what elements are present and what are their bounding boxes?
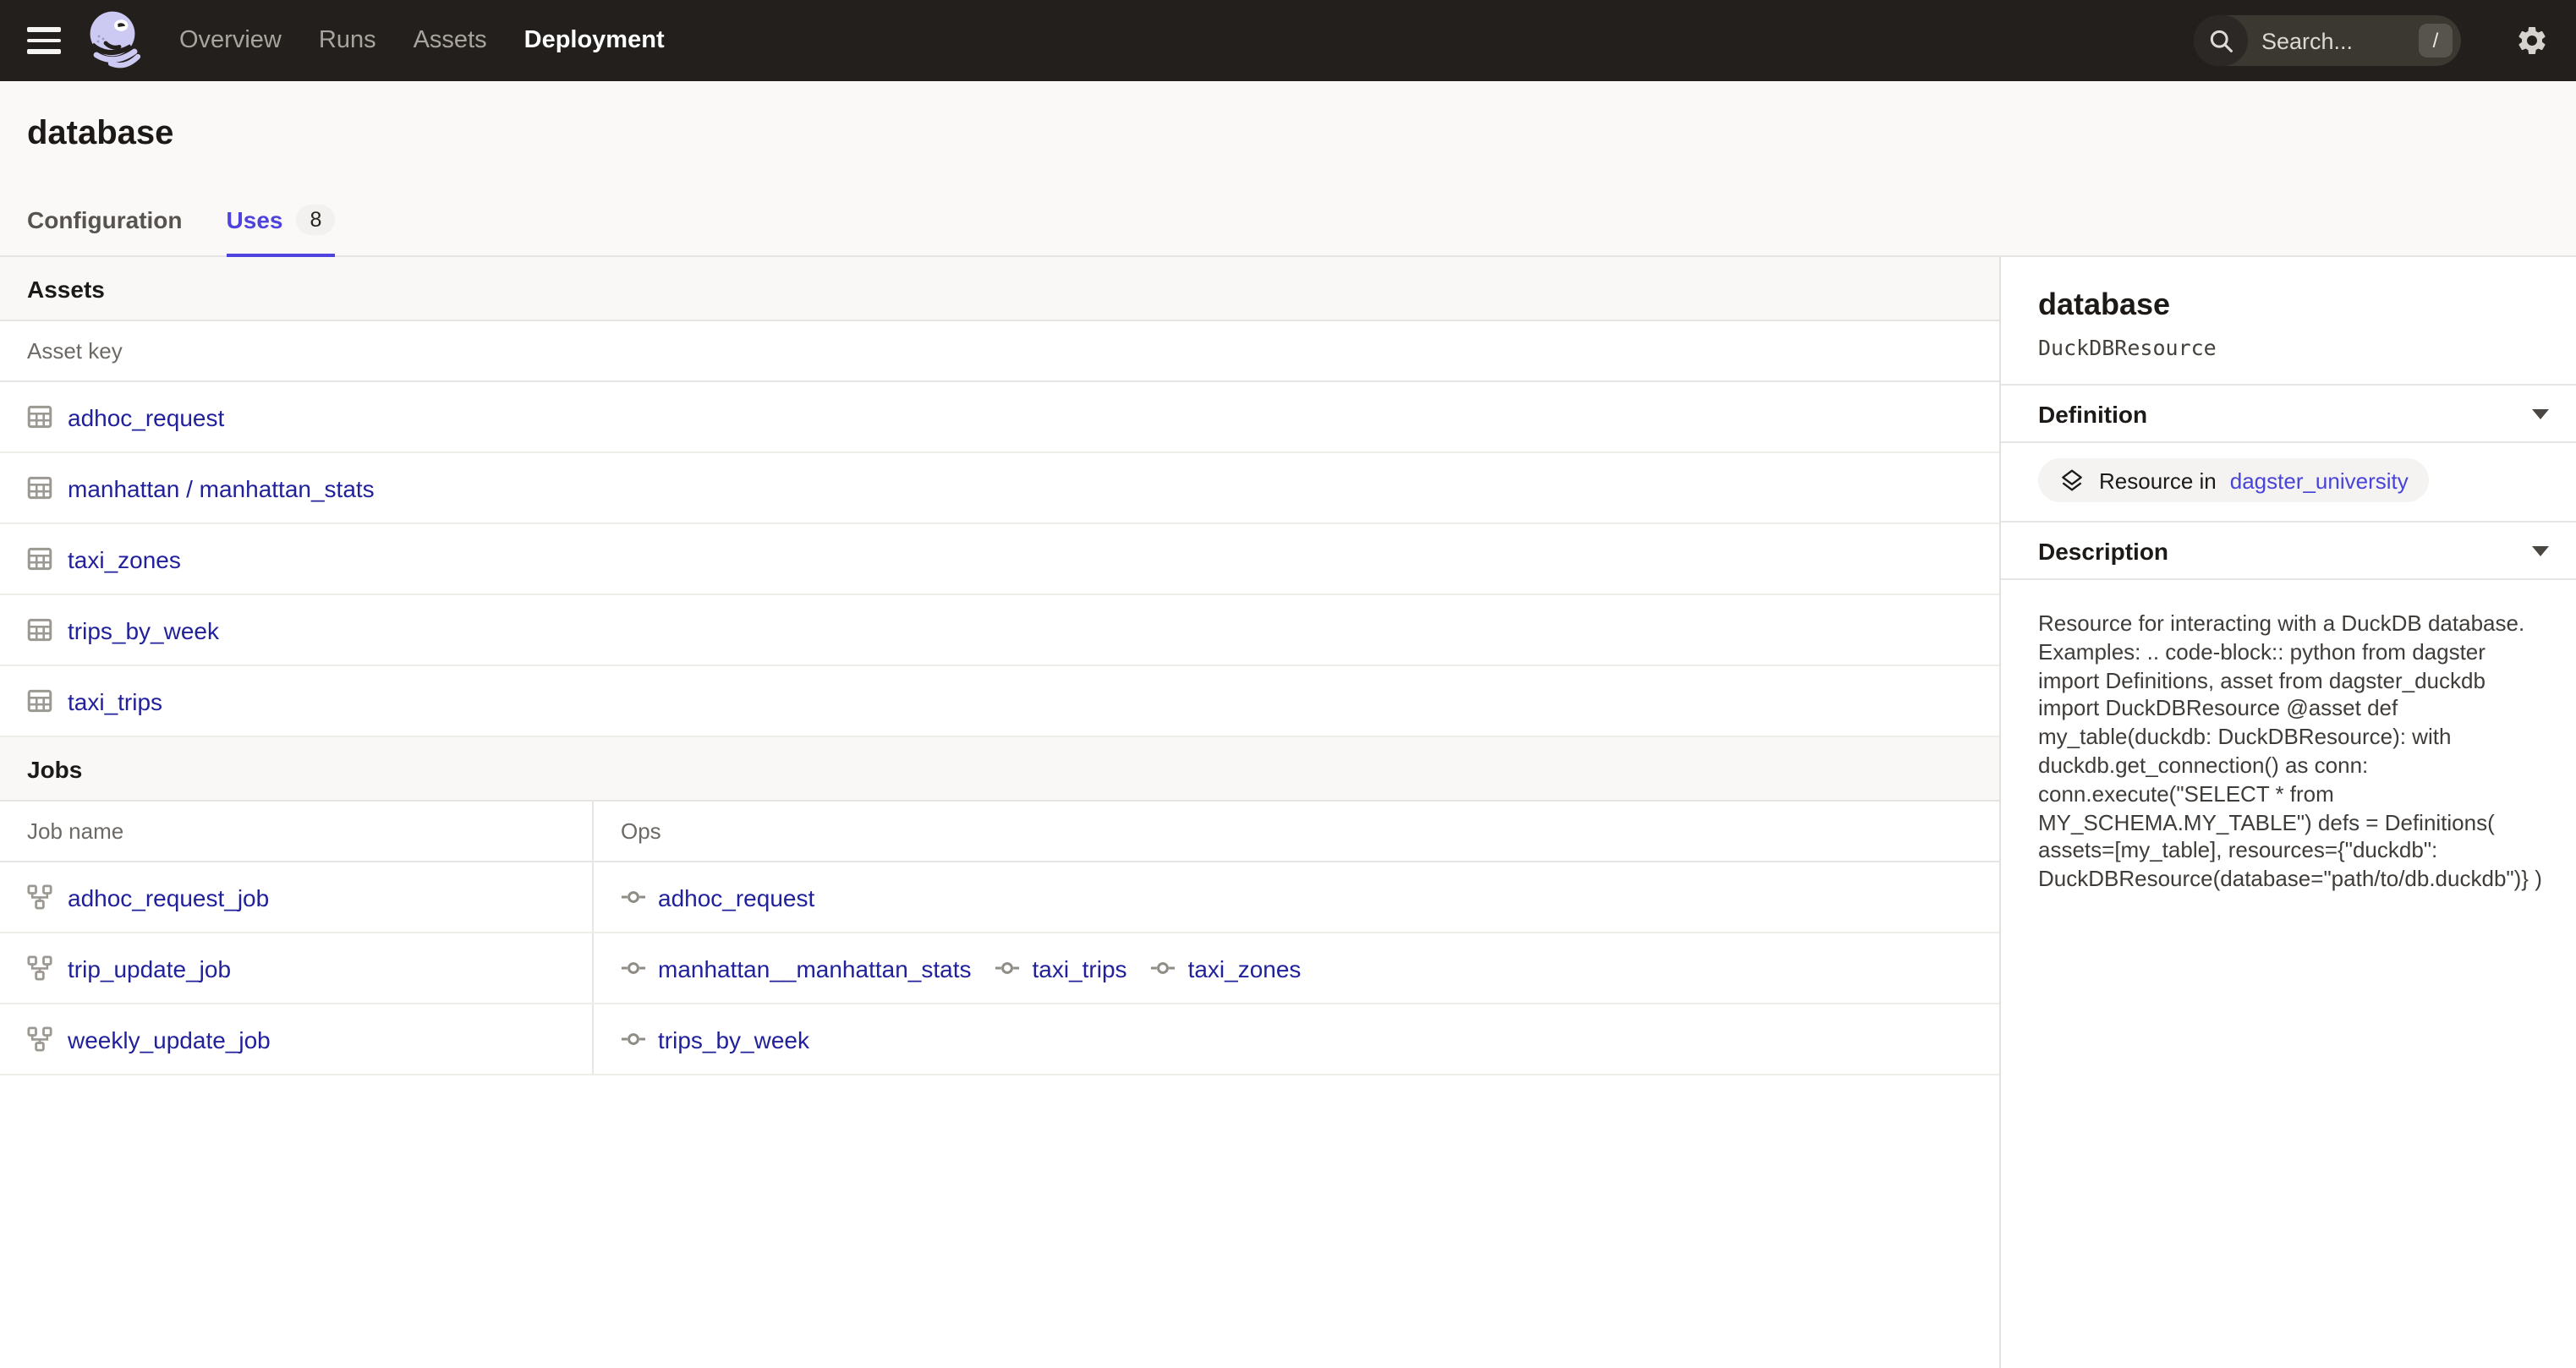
op-chip: manhattan__manhattan_stats bbox=[621, 955, 972, 982]
tab-configuration[interactable]: Configuration bbox=[27, 186, 183, 257]
job-link[interactable]: trip_update_job bbox=[68, 955, 231, 982]
op-link[interactable]: taxi_trips bbox=[1033, 955, 1127, 982]
op-link[interactable]: adhoc_request bbox=[658, 884, 814, 911]
op-commit-icon bbox=[621, 884, 646, 910]
nav-item-deployment[interactable]: Deployment bbox=[524, 27, 665, 54]
asset-table-icon bbox=[27, 546, 52, 572]
settings-gear-icon[interactable] bbox=[2515, 24, 2549, 57]
app-root: Overview Runs Assets Deployment Search..… bbox=[0, 0, 2576, 1368]
resource-badge-prefix: Resource in bbox=[2099, 468, 2217, 493]
search-shortcut-kbd: / bbox=[2419, 24, 2453, 57]
page-header: database bbox=[0, 81, 2576, 186]
job-sitemap-icon bbox=[27, 884, 52, 910]
panel-header: database DuckDBResource bbox=[2001, 257, 2576, 386]
nav-item-runs[interactable]: Runs bbox=[319, 27, 376, 54]
content-area: Assets Asset key adhoc_request manhattan… bbox=[0, 257, 2576, 1368]
op-chip: trips_by_week bbox=[621, 1026, 809, 1053]
description-section-body: Resource for interacting with a DuckDB d… bbox=[2001, 580, 2576, 895]
menu-hamburger-icon[interactable] bbox=[27, 27, 61, 54]
job-link[interactable]: weekly_update_job bbox=[68, 1026, 271, 1053]
op-commit-icon bbox=[995, 955, 1021, 981]
assets-section-title: Assets bbox=[27, 275, 105, 302]
asset-row: taxi_zones bbox=[0, 524, 1999, 595]
dagster-logo-icon[interactable] bbox=[85, 8, 145, 73]
chevron-down-icon bbox=[2532, 408, 2549, 419]
jobs-section-title: Jobs bbox=[27, 755, 82, 782]
code-location-link[interactable]: dagster_university bbox=[2230, 468, 2409, 493]
uses-list: Assets Asset key adhoc_request manhattan… bbox=[0, 257, 2001, 1368]
op-commit-icon bbox=[621, 1026, 646, 1052]
definition-section-label: Definition bbox=[2038, 400, 2147, 427]
assets-table-header: Asset key bbox=[0, 321, 1999, 382]
asset-row: taxi_trips bbox=[0, 666, 1999, 737]
search-icon bbox=[2194, 15, 2248, 66]
op-link[interactable]: taxi_zones bbox=[1188, 955, 1302, 982]
op-link[interactable]: manhattan__manhattan_stats bbox=[658, 955, 972, 982]
top-navbar: Overview Runs Assets Deployment Search..… bbox=[0, 0, 2576, 81]
op-commit-icon bbox=[1151, 955, 1176, 981]
op-chip: taxi_trips bbox=[995, 955, 1127, 982]
asset-row: trips_by_week bbox=[0, 595, 1999, 666]
nav-item-assets[interactable]: Assets bbox=[414, 27, 487, 54]
description-section-label: Description bbox=[2038, 537, 2168, 564]
search-placeholder: Search... bbox=[2248, 28, 2419, 53]
job-row: weekly_update_job trips_by_week bbox=[0, 1004, 1999, 1075]
op-link[interactable]: trips_by_week bbox=[658, 1026, 809, 1053]
jobs-table-header: Job name Ops bbox=[0, 802, 1999, 862]
ops-column-header: Ops bbox=[594, 802, 1999, 861]
resource-detail-panel: database DuckDBResource Definition Resou… bbox=[2001, 257, 2576, 1368]
op-chip: adhoc_request bbox=[621, 884, 814, 911]
tab-uses-label: Uses bbox=[227, 206, 283, 233]
op-commit-icon bbox=[621, 955, 646, 981]
global-search-input[interactable]: Search... / bbox=[2194, 15, 2461, 66]
jobs-section-header: Jobs bbox=[0, 737, 1999, 802]
asset-row: adhoc_request bbox=[0, 382, 1999, 453]
job-link[interactable]: adhoc_request_job bbox=[68, 884, 269, 911]
primary-nav: Overview Runs Assets Deployment bbox=[179, 27, 665, 54]
nav-item-overview[interactable]: Overview bbox=[179, 27, 282, 54]
asset-link[interactable]: adhoc_request bbox=[68, 403, 224, 430]
page-title: database bbox=[27, 115, 2549, 154]
asset-table-icon bbox=[27, 617, 52, 643]
panel-resource-type: DuckDBResource bbox=[2038, 335, 2549, 360]
op-chip: taxi_zones bbox=[1151, 955, 1302, 982]
asset-table-icon bbox=[27, 475, 52, 501]
asset-row: manhattan / manhattan_stats bbox=[0, 453, 1999, 524]
asset-table-icon bbox=[27, 688, 52, 714]
asset-table-icon bbox=[27, 404, 52, 430]
asset-link[interactable]: taxi_trips bbox=[68, 687, 162, 714]
job-name-column-header: Job name bbox=[0, 802, 594, 861]
job-sitemap-icon bbox=[27, 955, 52, 981]
description-section-toggle[interactable]: Description bbox=[2001, 523, 2576, 580]
tab-uses[interactable]: Uses 8 bbox=[227, 186, 336, 257]
assets-section-header: Assets bbox=[0, 257, 1999, 321]
resource-description-text: Resource for interacting with a DuckDB d… bbox=[2038, 610, 2552, 895]
tabs-bar: Configuration Uses 8 bbox=[0, 186, 2576, 257]
resource-location-badge: Resource in dagster_university bbox=[2038, 458, 2429, 502]
definition-section-toggle[interactable]: Definition bbox=[2001, 386, 2576, 443]
panel-title: database bbox=[2038, 287, 2549, 323]
job-row: trip_update_job manhattan__manhattan_sta… bbox=[0, 933, 1999, 1004]
tab-configuration-label: Configuration bbox=[27, 206, 183, 233]
asset-link[interactable]: trips_by_week bbox=[68, 616, 219, 643]
asset-link[interactable]: taxi_zones bbox=[68, 545, 181, 572]
resource-layers-icon bbox=[2058, 467, 2085, 494]
asset-key-column-header: Asset key bbox=[0, 338, 150, 364]
tab-uses-count-badge: 8 bbox=[296, 205, 335, 235]
asset-link[interactable]: manhattan / manhattan_stats bbox=[68, 474, 375, 501]
job-sitemap-icon bbox=[27, 1026, 52, 1052]
job-row: adhoc_request_job adhoc_request bbox=[0, 862, 1999, 933]
definition-section-body: Resource in dagster_university bbox=[2001, 443, 2576, 523]
chevron-down-icon bbox=[2532, 545, 2549, 555]
